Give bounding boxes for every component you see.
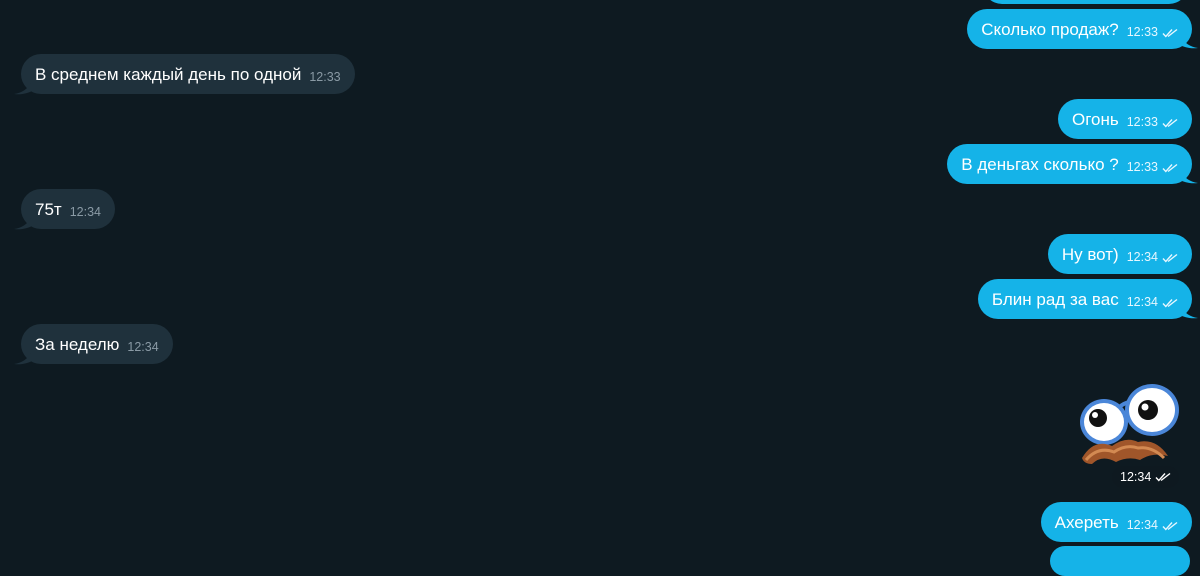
message-text: За неделю (35, 334, 120, 354)
double-check-icon (1162, 253, 1178, 263)
message-bubble-out[interactable]: Ну вот) 12:34 (1047, 234, 1192, 274)
message-time: 12:33 (1126, 160, 1158, 174)
bubble-tail (14, 216, 32, 230)
sticker-message[interactable] (1072, 380, 1184, 480)
message-bubble-out[interactable]: Сколько продаж? 12:33 (967, 9, 1192, 49)
double-check-icon (1162, 298, 1178, 308)
message-time: 12:33 (1126, 115, 1158, 129)
message-bubble-out[interactable]: Ахереть 12:34 (1040, 502, 1192, 542)
double-check-icon (1162, 163, 1178, 173)
message-time: 12:34 (1126, 295, 1158, 309)
message-text: Сколько продаж? (981, 19, 1119, 39)
sticker-time-badge: 12:34 (1112, 466, 1180, 488)
bubble-tail (1180, 170, 1198, 184)
chat-area[interactable]: Сколько продаж? 12:33 В среднем каждый д… (0, 0, 1200, 576)
message-bubble-out-partial[interactable] (1050, 546, 1190, 576)
message-bubble-in[interactable]: В среднем каждый день по одной 12:33 (21, 54, 355, 94)
message-bubble-in[interactable]: 75т 12:34 (21, 189, 115, 229)
double-check-icon (1155, 472, 1171, 482)
message-time: 12:33 (1126, 25, 1158, 39)
bubble-tail (14, 81, 32, 95)
bubble-tail (1180, 305, 1198, 319)
message-text: 75т (35, 199, 62, 219)
message-text: В деньгах сколько ? (961, 154, 1119, 174)
message-text: Ахереть (1054, 512, 1119, 532)
message-text: Ну вот) (1061, 244, 1119, 264)
bubble-tail (14, 351, 32, 365)
message-bubble-out[interactable]: В деньгах сколько ? 12:33 (947, 144, 1192, 184)
message-text: В среднем каждый день по одной (35, 64, 302, 84)
double-check-icon (1162, 521, 1178, 531)
message-time: 12:34 (1120, 470, 1152, 484)
message-text: Огонь (1071, 109, 1119, 129)
message-bubble-out[interactable]: Огонь 12:33 (1057, 99, 1192, 139)
message-bubble-out[interactable]: Блин рад за вас 12:34 (977, 279, 1192, 319)
message-time: 12:34 (127, 340, 159, 354)
googly-eyes-mustache-icon (1080, 384, 1179, 464)
message-text: Блин рад за вас (991, 289, 1119, 309)
bubble-tail (1180, 35, 1198, 49)
message-time: 12:34 (1126, 518, 1158, 532)
message-bubble-out-partial[interactable] (983, 0, 1188, 4)
message-bubble-in[interactable]: За неделю 12:34 (21, 324, 173, 364)
message-time: 12:34 (1126, 250, 1158, 264)
double-check-icon (1162, 28, 1178, 38)
message-time: 12:33 (309, 70, 341, 84)
message-time: 12:34 (69, 205, 101, 219)
double-check-icon (1162, 118, 1178, 128)
